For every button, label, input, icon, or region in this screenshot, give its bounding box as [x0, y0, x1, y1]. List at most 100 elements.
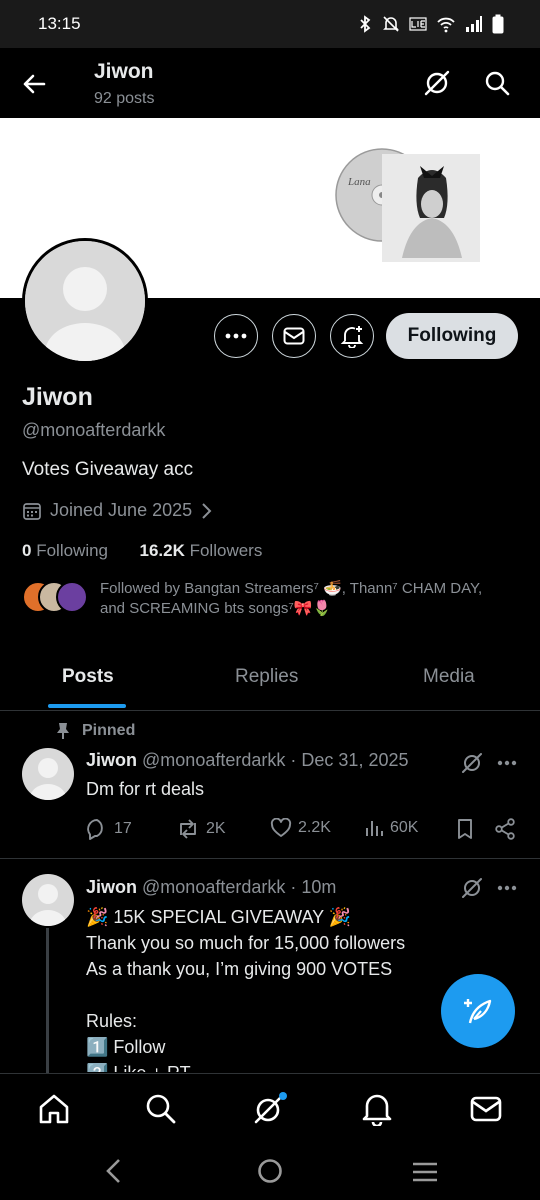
active-tab-indicator: [48, 704, 126, 708]
followers-label: Followers: [189, 541, 263, 560]
followed-by-text: Followed by Bangtan Streamers⁷ 🍜, Thann⁷…: [100, 580, 483, 617]
pinned-text: Pinned: [82, 722, 136, 739]
tab-media[interactable]: Media: [423, 666, 475, 688]
nav-notifications[interactable]: [361, 1092, 393, 1126]
post-meta: Jiwon @monoafterdarkk · Dec 31, 2025: [86, 750, 408, 771]
post-more-button[interactable]: [497, 760, 517, 766]
pinned-label: Pinned: [56, 722, 135, 740]
nav-grok[interactable]: [252, 1092, 288, 1126]
post-time[interactable]: 10m: [301, 877, 336, 897]
search-icon: [485, 71, 510, 96]
follow-stats: 0 Following 16.2K Followers: [22, 541, 262, 561]
post-count: 92 posts: [94, 90, 155, 107]
bell-plus-icon: [340, 326, 364, 348]
search-button[interactable]: [482, 68, 512, 98]
followers-count: 16.2K: [139, 541, 185, 560]
search-icon: [146, 1094, 176, 1124]
user-handle: @monoafterdarkk: [22, 420, 166, 440]
status-icons: [357, 14, 504, 34]
mutual-avatar: [56, 581, 88, 613]
grok-icon: [462, 753, 482, 773]
profile-tabs: Posts Replies Media: [0, 648, 540, 711]
meta-separator: ·: [290, 750, 297, 770]
repost-button[interactable]: 2K: [176, 818, 226, 840]
profile-avatar[interactable]: [22, 238, 148, 364]
post-text: 🎉 15K SPECIAL GIVEAWAY 🎉 Thank you so mu…: [86, 907, 406, 1072]
back-button[interactable]: [18, 68, 50, 100]
signal-icon: [466, 16, 482, 32]
grok-button[interactable]: [422, 68, 452, 98]
status-bar: 13:15: [0, 0, 540, 48]
reply-button[interactable]: 17: [86, 818, 132, 840]
more-icon: [497, 760, 517, 766]
like-count: 2.2K: [298, 819, 331, 836]
display-name: Jiwon: [22, 383, 93, 411]
more-icon: [497, 885, 517, 891]
post-author-handle[interactable]: @monoafterdarkk: [142, 750, 285, 770]
joined-date-link[interactable]: Joined June 2025: [22, 500, 212, 521]
default-avatar-icon: [30, 884, 66, 926]
message-button[interactable]: [272, 314, 316, 358]
nav-home[interactable]: [37, 1092, 71, 1126]
post-grok-button[interactable]: [460, 751, 484, 775]
system-navigation-bar: [0, 1143, 540, 1200]
views-icon: [366, 821, 383, 836]
following-button[interactable]: Following: [386, 313, 518, 359]
mail-icon: [283, 327, 305, 345]
more-options-button[interactable]: [214, 314, 258, 358]
tab-replies[interactable]: Replies: [235, 666, 298, 688]
joined-text: Joined June 2025: [50, 500, 193, 520]
views-count: 60K: [390, 819, 419, 836]
views-button[interactable]: 60K: [364, 818, 418, 838]
post-text: Dm for rt deals: [86, 779, 205, 799]
share-icon: [495, 818, 515, 840]
post-grok-button[interactable]: [460, 876, 484, 900]
bookmark-button[interactable]: [456, 818, 474, 840]
like-button[interactable]: 2.2K: [270, 818, 331, 838]
default-avatar-icon: [30, 758, 66, 800]
reply-icon: [87, 819, 103, 840]
mail-icon: [470, 1096, 502, 1122]
post-author-name[interactable]: Jiwon: [86, 750, 137, 770]
system-recents-button[interactable]: [411, 1161, 439, 1183]
grok-icon: [254, 1092, 287, 1124]
post-more-button[interactable]: [497, 885, 517, 891]
followers-you-know[interactable]: Followed by Bangtan Streamers⁷ 🍜, Thann⁷…: [22, 579, 500, 619]
mute-icon: [383, 16, 399, 32]
post-avatar[interactable]: [22, 748, 74, 800]
pin-icon: [57, 723, 69, 739]
calendar-icon: [23, 502, 41, 520]
reply-count: 17: [114, 820, 132, 837]
home-circle-icon: [258, 1159, 282, 1183]
compose-post-button[interactable]: [441, 974, 515, 1048]
share-button[interactable]: [494, 818, 516, 840]
followers-stat[interactable]: 16.2K Followers: [139, 541, 262, 560]
grok-icon: [424, 70, 450, 96]
following-stat[interactable]: 0 Following: [22, 541, 108, 560]
system-home-button[interactable]: [257, 1158, 283, 1184]
bluetooth-icon: [360, 15, 371, 33]
wifi-icon: [437, 17, 455, 33]
thread-line: [46, 928, 49, 1078]
post-avatar[interactable]: [22, 874, 74, 926]
nav-search[interactable]: [144, 1092, 178, 1126]
chevron-right-icon: [202, 502, 212, 519]
post-meta: Jiwon @monoafterdarkk · 10m: [86, 877, 336, 898]
bio: Votes Giveaway acc: [22, 459, 194, 480]
mutual-avatars: [22, 579, 88, 613]
repost-count: 2K: [206, 820, 226, 837]
like-icon: [270, 818, 292, 837]
post-author-handle[interactable]: @monoafterdarkk: [142, 877, 285, 897]
notifications-toggle-button[interactable]: [330, 314, 374, 358]
status-time: 13:15: [38, 14, 81, 33]
tab-posts[interactable]: Posts: [62, 666, 114, 688]
post-time[interactable]: Dec 31, 2025: [301, 750, 408, 770]
post-author-name[interactable]: Jiwon: [86, 877, 137, 897]
post-divider: [0, 858, 540, 859]
profile-header: Jiwon 92 posts: [0, 48, 540, 118]
nav-messages[interactable]: [469, 1092, 503, 1126]
home-icon: [39, 1094, 69, 1124]
system-back-button[interactable]: [104, 1158, 124, 1184]
compose-icon: [464, 999, 492, 1024]
bookmark-icon: [458, 819, 472, 839]
